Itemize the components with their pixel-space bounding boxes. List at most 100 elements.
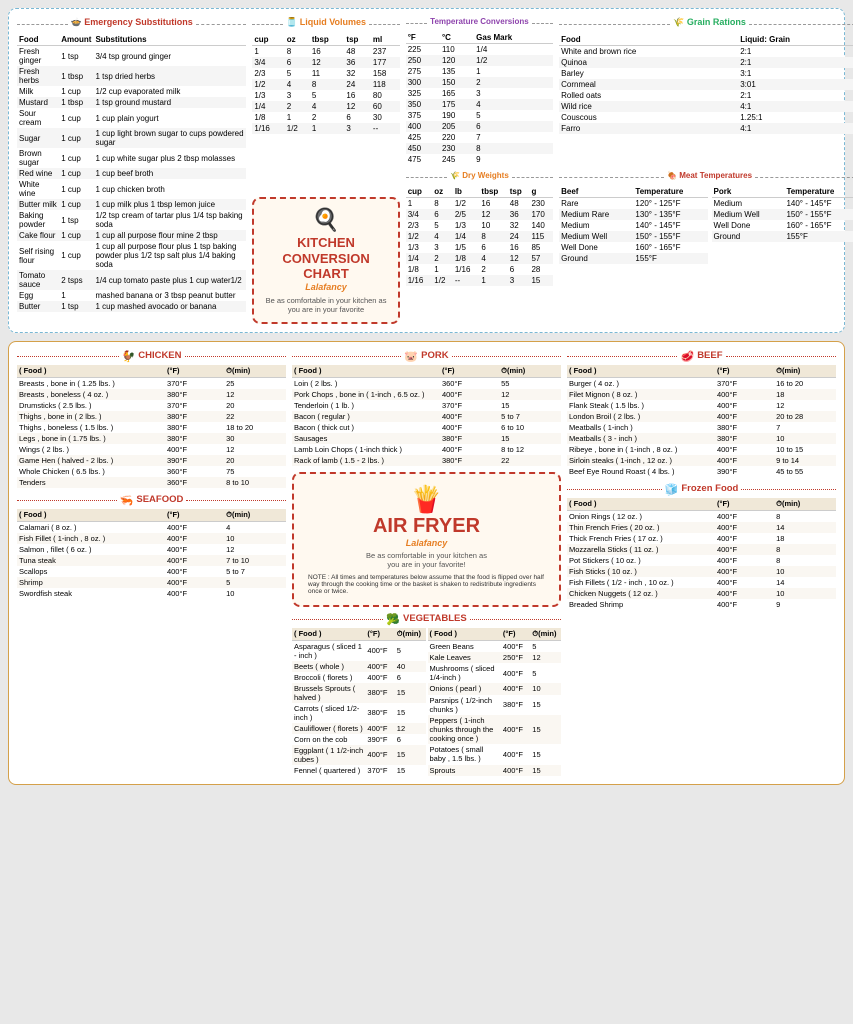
table-cell: 400°F bbox=[501, 683, 530, 694]
table-cell: 2:1 bbox=[738, 57, 853, 68]
table-row: White wine1 cup1 cup chicken broth bbox=[17, 179, 246, 199]
col3-bottom: 🥩 BEEF ( Food ) (°F) ⏱(min) Burger ( 4 o… bbox=[567, 350, 836, 776]
chicken-icon: 🐓 bbox=[122, 350, 136, 363]
table-cell: 1 tbsp bbox=[59, 97, 93, 108]
table-cell: 400°F bbox=[715, 533, 774, 544]
grain-table: FoodLiquid: Grain White and brown rice2:… bbox=[559, 34, 853, 134]
grain-section: 🌾 Grain Rations FoodLiquid: Grain White … bbox=[559, 17, 853, 165]
table-cell: Medium Rare bbox=[559, 209, 633, 220]
table-cell: 1/4 bbox=[406, 253, 433, 264]
table-row: Tomato sauce2 tsps1/4 cup tomato paste p… bbox=[17, 270, 246, 290]
table-cell: 12 bbox=[395, 723, 426, 734]
table-cell: 9 bbox=[474, 154, 553, 165]
airfryer-note: NOTE : All times and temperatures below … bbox=[308, 574, 545, 595]
table-row: 1/331/561685 bbox=[406, 242, 553, 253]
table-cell: 140 bbox=[529, 220, 553, 231]
veg-table-right: ( Food ) (°F) ⏱(min) Green Beans400°F5Ka… bbox=[428, 628, 562, 776]
beef-icon: 🥩 bbox=[680, 350, 694, 363]
table-cell: Tenders bbox=[17, 477, 165, 488]
table-cell: 28 bbox=[529, 264, 553, 275]
table-cell: mashed banana or 3 tbsp peanut butter bbox=[93, 290, 246, 301]
table-cell: 380°F bbox=[715, 433, 774, 444]
table-row: 3501754 bbox=[406, 99, 553, 110]
table-cell: 380°F bbox=[165, 389, 224, 400]
table-cell: 1 cup bbox=[59, 148, 93, 168]
table-cell: 390°F bbox=[165, 455, 224, 466]
table-cell: Asparagus ( sliced 1 - inch ) bbox=[292, 640, 365, 661]
table-cell: 380°F bbox=[365, 683, 394, 703]
table-cell: Parsnips ( 1/2-inch chunks ) bbox=[428, 695, 501, 715]
table-row: Onions ( pearl )400°F10 bbox=[428, 683, 562, 694]
dry-table: cupozlbtbsptspg 181/216482303/462/512361… bbox=[406, 186, 553, 286]
table-cell: 20 bbox=[224, 455, 286, 466]
table-cell: 150 bbox=[440, 77, 474, 88]
table-cell: 177 bbox=[371, 57, 400, 68]
table-row: Legs , bone in ( 1.75 lbs. )380°F30 bbox=[17, 433, 286, 444]
table-cell: Meatballs ( 3 - inch ) bbox=[567, 433, 715, 444]
table-cell: 325 bbox=[406, 88, 440, 99]
table-row: Tenders360°F8 to 10 bbox=[17, 477, 286, 488]
table-cell: 1 cup bbox=[59, 230, 93, 241]
table-cell: 4:1 bbox=[738, 101, 853, 112]
table-cell: 1/4 bbox=[252, 101, 284, 112]
table-row: 1/241/4824115 bbox=[406, 231, 553, 242]
table-cell: 12 bbox=[508, 253, 530, 264]
table-cell: Breasts , bone in ( 1.25 lbs. ) bbox=[17, 377, 165, 389]
table-cell: 110 bbox=[440, 44, 474, 56]
table-cell: 1/3 bbox=[252, 90, 284, 101]
table-cell: 5 bbox=[395, 640, 426, 661]
table-cell: 30 bbox=[371, 112, 400, 123]
table-cell: 230 bbox=[529, 198, 553, 210]
table-cell: Wings ( 2 lbs. ) bbox=[17, 444, 165, 455]
table-row: Burger ( 4 oz. )370°F16 to 20 bbox=[567, 377, 836, 389]
chicken-table: ( Food ) (°F) ⏱(min) Breasts , bone in (… bbox=[17, 365, 286, 488]
table-cell: 10 bbox=[774, 566, 836, 577]
table-cell: 12 bbox=[224, 444, 286, 455]
table-cell: 40 bbox=[395, 661, 426, 672]
table-row: Sugar1 cup1 cup light brown sugar to cup… bbox=[17, 128, 246, 148]
table-row: Bacon ( thick cut )400°F6 to 10 bbox=[292, 422, 561, 433]
table-cell: 8 bbox=[774, 555, 836, 566]
table-cell: 30 bbox=[224, 433, 286, 444]
table-cell: 14 bbox=[774, 522, 836, 533]
table-cell: 32 bbox=[508, 220, 530, 231]
table-cell: 5 bbox=[285, 68, 310, 79]
table-cell: Butter bbox=[17, 301, 59, 312]
table-cell: Cake flour bbox=[17, 230, 59, 241]
table-cell: 130° - 135°F bbox=[633, 209, 707, 220]
table-cell: 230 bbox=[440, 143, 474, 154]
table-cell: 2:1 bbox=[738, 90, 853, 101]
beef-table: ( Food ) (°F) ⏱(min) Burger ( 4 oz. )370… bbox=[567, 365, 836, 477]
emergency-col-food: Food bbox=[17, 34, 59, 46]
table-row: Green Beans400°F5 bbox=[428, 640, 562, 652]
table-cell: 1 cup bbox=[59, 168, 93, 179]
table-cell: Breaded Shrimp bbox=[567, 599, 715, 610]
table-cell: 8 bbox=[774, 510, 836, 522]
table-cell: 400°F bbox=[365, 745, 394, 765]
emergency-table: Food Amount Substitutions Fresh ginger1 … bbox=[17, 34, 246, 312]
table-cell: 1 cup bbox=[59, 108, 93, 128]
emergency-col-amount: Amount bbox=[59, 34, 93, 46]
table-cell: 1 bbox=[252, 46, 284, 58]
veg-icon: 🥦 bbox=[386, 613, 400, 626]
table-row: 2251101/4 bbox=[406, 44, 553, 56]
table-cell: Bacon ( thick cut ) bbox=[292, 422, 440, 433]
table-row: Potatoes ( small baby , 1.5 lbs. )400°F1… bbox=[428, 744, 562, 764]
table-cell: 1/2 bbox=[406, 231, 433, 242]
table-cell: 400°F bbox=[501, 765, 530, 776]
table-cell: Calamari ( 8 oz. ) bbox=[17, 521, 165, 533]
table-cell: 45 to 55 bbox=[774, 466, 836, 477]
table-cell: 1 tbsp bbox=[59, 66, 93, 86]
table-cell: 10 bbox=[479, 220, 507, 231]
table-cell: 12 bbox=[530, 652, 561, 663]
table-cell: 400°F bbox=[365, 640, 394, 661]
table-row: Sprouts400°F15 bbox=[428, 765, 562, 776]
table-cell: 6 bbox=[432, 209, 453, 220]
bottom-section: 🐓 CHICKEN ( Food ) (°F) ⏱(min) Breasts ,… bbox=[8, 341, 845, 785]
table-row: Swordfish steak400°F10 bbox=[17, 588, 286, 599]
table-cell: 250 bbox=[406, 55, 440, 66]
table-cell: Lamb Loin Chops ( 1-inch thick ) bbox=[292, 444, 440, 455]
table-cell: Medium Well bbox=[712, 209, 785, 220]
table-cell: 9 bbox=[774, 599, 836, 610]
table-cell: 12 bbox=[499, 389, 561, 400]
